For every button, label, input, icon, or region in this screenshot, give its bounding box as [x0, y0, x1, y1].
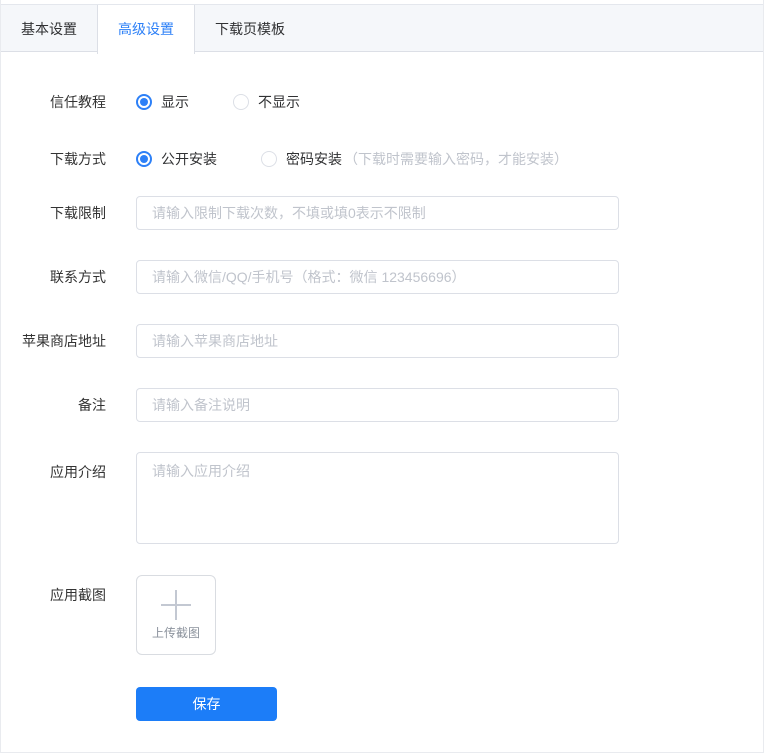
apple-store-url-label: 苹果商店地址	[22, 333, 106, 349]
download-limit-label: 下载限制	[50, 205, 106, 221]
form-row-remark: 备注	[1, 388, 763, 422]
download-limit-input[interactable]	[136, 196, 619, 230]
radio-password-install-label: 密码安装	[286, 151, 342, 167]
tab-advanced-settings[interactable]: 高级设置	[97, 5, 195, 54]
radio-unchecked-icon	[233, 94, 249, 110]
remark-input[interactable]	[136, 388, 619, 422]
radio-trust-hide[interactable]: 不显示	[233, 92, 300, 112]
upload-screenshot-text: 上传截图	[151, 625, 200, 640]
radio-trust-hide-label: 不显示	[258, 94, 300, 110]
password-install-note: （下载时需要输入密码，才能安装）	[344, 151, 568, 167]
settings-page: 基本设置 高级设置 下载页模板 信任教程 显示 不显示 下载方式 公开安装 密码…	[0, 0, 764, 753]
remark-label: 备注	[78, 397, 106, 413]
radio-unchecked-icon	[261, 151, 277, 167]
download-method-label: 下载方式	[50, 151, 106, 167]
radio-public-install[interactable]: 公开安装	[136, 149, 217, 169]
form-row-contact: 联系方式	[1, 260, 763, 294]
radio-trust-show[interactable]: 显示	[136, 92, 189, 112]
tab-basic-settings[interactable]: 基本设置	[1, 5, 97, 53]
form-row-app-screenshot: 应用截图 上传截图	[1, 575, 763, 655]
radio-checked-icon	[136, 94, 152, 110]
form-row-trust-tutorial: 信任教程 显示 不显示	[1, 92, 763, 112]
radio-trust-show-label: 显示	[161, 94, 189, 110]
contact-input[interactable]	[136, 260, 619, 294]
apple-store-url-input[interactable]	[136, 324, 619, 358]
app-intro-label: 应用介绍	[50, 464, 106, 480]
form-row-download-method: 下载方式 公开安装 密码安装 （下载时需要输入密码，才能安装）	[1, 149, 763, 169]
upload-screenshot-button[interactable]: 上传截图	[136, 575, 216, 655]
tab-download-template[interactable]: 下载页模板	[195, 5, 305, 53]
form-row-apple-store-url: 苹果商店地址	[1, 324, 763, 358]
trust-tutorial-label: 信任教程	[50, 94, 106, 110]
tab-bar: 基本设置 高级设置 下载页模板	[1, 4, 763, 54]
plus-icon	[161, 590, 191, 620]
app-screenshot-label: 应用截图	[50, 587, 106, 603]
form-row-app-intro: 应用介绍	[1, 452, 763, 544]
save-button[interactable]: 保存	[136, 687, 277, 721]
advanced-settings-form: 信任教程 显示 不显示 下载方式 公开安装 密码安装 （下载时需要输入密码，才能…	[1, 52, 763, 721]
radio-public-install-label: 公开安装	[161, 151, 217, 167]
form-row-download-limit: 下载限制	[1, 196, 763, 230]
radio-checked-icon	[136, 151, 152, 167]
form-row-actions: 保存	[1, 687, 763, 721]
app-intro-textarea[interactable]	[136, 452, 619, 544]
contact-label: 联系方式	[50, 269, 106, 285]
radio-password-install[interactable]: 密码安装 （下载时需要输入密码，才能安装）	[261, 149, 568, 169]
